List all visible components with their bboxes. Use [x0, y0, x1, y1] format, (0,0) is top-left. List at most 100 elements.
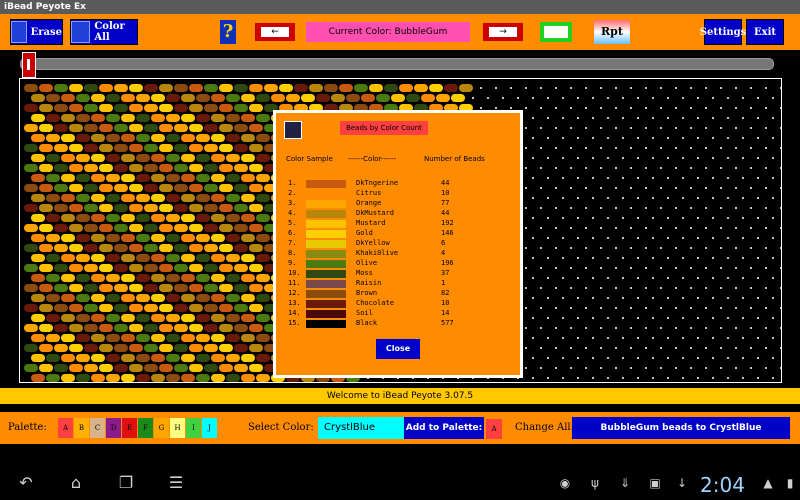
empty-bead[interactable]	[660, 327, 662, 329]
empty-bead[interactable]	[630, 127, 632, 129]
empty-bead[interactable]	[757, 117, 759, 119]
empty-bead[interactable]	[607, 237, 609, 239]
bead[interactable]	[189, 124, 203, 132]
bead[interactable]	[189, 284, 203, 292]
bead[interactable]	[106, 274, 120, 282]
empty-bead[interactable]	[705, 347, 707, 349]
empty-bead[interactable]	[622, 157, 624, 159]
previous-color-button[interactable]: ←	[255, 23, 295, 41]
empty-bead[interactable]	[592, 337, 594, 339]
empty-bead[interactable]	[720, 287, 722, 289]
empty-bead[interactable]	[667, 237, 669, 239]
empty-bead[interactable]	[652, 257, 654, 259]
bead[interactable]	[144, 164, 158, 172]
empty-bead[interactable]	[585, 187, 587, 189]
empty-bead[interactable]	[615, 267, 617, 269]
bead[interactable]	[76, 174, 90, 182]
bead[interactable]	[61, 374, 75, 382]
palette-swatch-g[interactable]: G	[154, 418, 169, 438]
empty-bead[interactable]	[570, 167, 572, 169]
bead[interactable]	[91, 274, 105, 282]
empty-bead[interactable]	[555, 327, 557, 329]
bead[interactable]	[54, 124, 68, 132]
bead[interactable]	[84, 304, 98, 312]
bead[interactable]	[54, 164, 68, 172]
bead[interactable]	[121, 334, 135, 342]
empty-bead[interactable]	[697, 317, 699, 319]
empty-bead[interactable]	[540, 107, 542, 109]
bead[interactable]	[69, 284, 83, 292]
bead[interactable]	[309, 84, 323, 92]
empty-bead[interactable]	[765, 327, 767, 329]
bead[interactable]	[136, 94, 150, 102]
bead[interactable]	[166, 214, 180, 222]
empty-bead[interactable]	[735, 107, 737, 109]
bead[interactable]	[159, 324, 173, 332]
bead[interactable]	[189, 104, 203, 112]
bead[interactable]	[24, 164, 38, 172]
bead[interactable]	[76, 214, 90, 222]
empty-bead[interactable]	[690, 87, 692, 89]
bead[interactable]	[256, 234, 270, 242]
empty-bead[interactable]	[532, 297, 534, 299]
bead[interactable]	[234, 204, 248, 212]
empty-bead[interactable]	[712, 297, 714, 299]
empty-bead[interactable]	[637, 357, 639, 359]
empty-bead[interactable]	[645, 87, 647, 89]
empty-bead[interactable]	[742, 97, 744, 99]
bead[interactable]	[151, 254, 165, 262]
empty-bead[interactable]	[532, 217, 534, 219]
palette-swatch-d[interactable]: D	[106, 418, 121, 438]
bead[interactable]	[459, 84, 473, 92]
empty-bead[interactable]	[652, 117, 654, 119]
bead[interactable]	[136, 294, 150, 302]
empty-bead[interactable]	[607, 97, 609, 99]
bead[interactable]	[241, 174, 255, 182]
bead[interactable]	[99, 104, 113, 112]
bead[interactable]	[211, 274, 225, 282]
empty-bead[interactable]	[525, 107, 527, 109]
empty-bead[interactable]	[652, 337, 654, 339]
empty-bead[interactable]	[765, 167, 767, 169]
select-color-field[interactable]: CrystlBlue	[318, 417, 404, 439]
empty-bead[interactable]	[592, 97, 594, 99]
empty-bead[interactable]	[615, 367, 617, 369]
bead[interactable]	[39, 304, 53, 312]
empty-bead[interactable]	[630, 347, 632, 349]
empty-bead[interactable]	[532, 197, 534, 199]
empty-bead[interactable]	[675, 207, 677, 209]
empty-bead[interactable]	[735, 227, 737, 229]
empty-bead[interactable]	[562, 297, 564, 299]
empty-bead[interactable]	[547, 257, 549, 259]
bead[interactable]	[129, 84, 143, 92]
bead[interactable]	[39, 84, 53, 92]
bead[interactable]	[159, 124, 173, 132]
empty-bead[interactable]	[682, 317, 684, 319]
empty-bead[interactable]	[757, 97, 759, 99]
bead[interactable]	[234, 224, 248, 232]
empty-bead[interactable]	[765, 247, 767, 249]
bead[interactable]	[121, 254, 135, 262]
bead[interactable]	[76, 294, 90, 302]
empty-bead[interactable]	[487, 97, 489, 99]
empty-bead[interactable]	[757, 317, 759, 319]
bead[interactable]	[54, 304, 68, 312]
bead[interactable]	[69, 224, 83, 232]
bead[interactable]	[54, 204, 68, 212]
bead[interactable]	[136, 234, 150, 242]
bead[interactable]	[159, 204, 173, 212]
bead[interactable]	[189, 344, 203, 352]
empty-bead[interactable]	[525, 247, 527, 249]
color-all-button[interactable]: Color All	[70, 19, 138, 45]
bead[interactable]	[99, 224, 113, 232]
empty-bead[interactable]	[622, 137, 624, 139]
bead[interactable]	[391, 94, 405, 102]
empty-bead[interactable]	[600, 247, 602, 249]
empty-bead[interactable]	[525, 127, 527, 129]
bead[interactable]	[181, 174, 195, 182]
bead[interactable]	[219, 184, 233, 192]
bead[interactable]	[84, 204, 98, 212]
empty-bead[interactable]	[712, 257, 714, 259]
bead[interactable]	[84, 124, 98, 132]
bead[interactable]	[46, 134, 60, 142]
